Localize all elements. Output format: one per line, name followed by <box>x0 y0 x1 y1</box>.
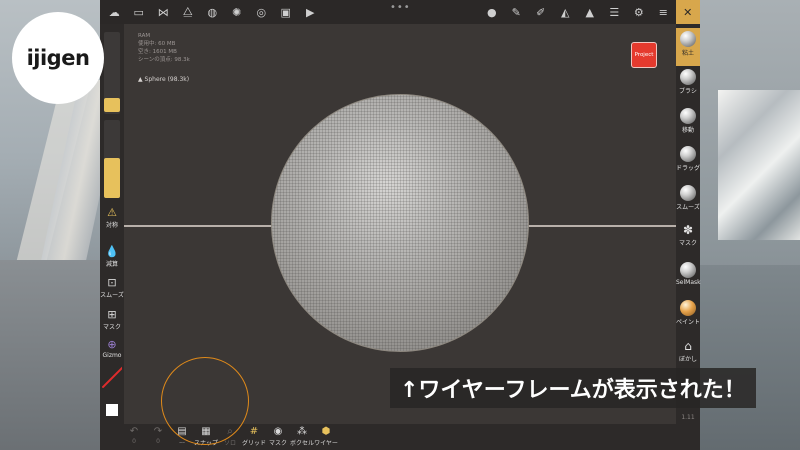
background-floor <box>0 260 100 450</box>
object-label[interactable]: ▲ Sphere (98.3k) <box>138 76 189 83</box>
mask-tool-icon: ✽ <box>682 223 694 237</box>
tool-extra[interactable]: 1.11 <box>676 408 700 428</box>
mask-icon: ⊞ <box>107 308 117 321</box>
grid-icon: # <box>249 426 259 437</box>
blur-icon: ⌂ <box>684 339 692 353</box>
intensity-slider[interactable] <box>104 120 120 198</box>
tools-icon[interactable]: ✕ <box>675 0 700 24</box>
bucket-icon[interactable]: ◭ <box>553 0 578 24</box>
warning-icon: ⚠ <box>107 206 117 219</box>
subtitle-caption: ↑ワイヤーフレームが表示された！ <box>390 368 756 408</box>
color-swatch-white[interactable] <box>106 404 118 416</box>
smooth-tool-icon <box>680 185 696 201</box>
clay-icon <box>680 31 696 47</box>
topology-icon[interactable]: ⧋ <box>176 0 201 24</box>
undo-icon: ↶ <box>129 426 139 437</box>
triangle-icon[interactable]: ▲ <box>578 0 603 24</box>
layers-icon[interactable]: ☰ <box>602 0 627 24</box>
gear-icon[interactable]: ⚙ <box>627 0 652 24</box>
tool-smooth[interactable]: スムーズ <box>676 182 700 220</box>
redo-button[interactable]: ↷ 0 <box>146 426 170 445</box>
highlight-ring <box>161 357 249 445</box>
project-button[interactable]: Project <box>631 42 657 68</box>
symmetry-button[interactable]: ⚠ 対称 <box>100 206 124 229</box>
more-dots[interactable]: ••• <box>390 2 411 13</box>
drop-icon: 💧 <box>105 245 119 258</box>
tool-mask[interactable]: ✽ マスク <box>676 220 700 258</box>
matcap-icon[interactable]: ● <box>480 0 505 24</box>
left-toolbar: ⚠ 対称 💧 減算 ⊡ スムーズ ⊞ マスク ⊕ Gizmo <box>100 24 124 450</box>
move-icon <box>680 108 696 124</box>
video-icon[interactable]: ▶ <box>298 0 323 24</box>
wireframe-icon: ⬢ <box>321 426 331 437</box>
subtract-button[interactable]: 💧 減算 <box>100 245 124 268</box>
stroke-line <box>102 366 122 388</box>
stats-line: 使用中: 60 MB <box>138 41 176 47</box>
sun-icon[interactable]: ✺ <box>225 0 250 24</box>
image-icon[interactable]: ▣ <box>274 0 299 24</box>
tool-brush[interactable]: ブラシ <box>676 66 700 104</box>
tool-move[interactable]: 移動 <box>676 105 700 143</box>
gizmo-button[interactable]: ⊕ Gizmo <box>100 338 124 359</box>
intensity-slider-fill <box>104 158 120 198</box>
tool-paint[interactable]: ペイント <box>676 297 700 335</box>
selmask-icon <box>680 262 696 278</box>
brush-icon <box>680 69 696 85</box>
sliders-icon[interactable]: ≡ <box>651 0 676 24</box>
stats-line: シーンの頂点: 98.3k <box>138 57 190 63</box>
mask-button[interactable]: ⊞ マスク <box>100 308 124 331</box>
pipette-icon[interactable]: ✐ <box>529 0 554 24</box>
sphere-mesh[interactable] <box>271 94 529 352</box>
drag-icon <box>680 146 696 162</box>
mask-visibility-button[interactable]: ◉ マスク <box>266 426 290 447</box>
color-swatch-stroke[interactable] <box>102 366 122 388</box>
pen-icon[interactable]: ✎ <box>504 0 529 24</box>
wireframe-button[interactable]: ⬢ ワイヤー <box>314 426 338 447</box>
top-toolbar: ☁ ▭ ⋈ ⧋ ◍ ✺ ◎ ▣ ▶ ••• ● ✎ ✐ ◭ ▲ ☰ ⚙ ≡ ✕ <box>100 0 700 24</box>
radius-slider-fill <box>104 98 120 112</box>
stats-line: 空き: 1601 MB <box>138 49 177 55</box>
menu-icon[interactable]: ☁ <box>102 0 127 24</box>
undo-button[interactable]: ↶ 0 <box>122 426 146 445</box>
top-toolbar-right: ● ✎ ✐ ◭ ▲ ☰ ⚙ ≡ ✕ <box>480 0 700 24</box>
scene-graph-icon[interactable]: ⋈ <box>151 0 176 24</box>
radius-slider[interactable] <box>104 32 120 114</box>
material-icon[interactable]: ◎ <box>249 0 274 24</box>
voxel-icon: ⁂ <box>297 426 307 437</box>
smooth-icon: ⊡ <box>107 276 117 289</box>
globe-icon[interactable]: ◍ <box>200 0 225 24</box>
folder-icon[interactable]: ▭ <box>127 0 152 24</box>
top-toolbar-left: ☁ ▭ ⋈ ⧋ ◍ ✺ ◎ ▣ ▶ <box>102 0 323 24</box>
gizmo-icon: ⊕ <box>107 338 117 351</box>
voxel-button[interactable]: ⁂ ボクセル <box>290 426 314 447</box>
tool-drag[interactable]: ドラッグ <box>676 143 700 181</box>
grid-button[interactable]: # グリッド <box>242 426 266 447</box>
stats-line: RAM <box>138 33 151 39</box>
tool-clay[interactable]: 粘土 <box>676 28 700 66</box>
smooth-button[interactable]: ⊡ スムーズ <box>100 276 124 299</box>
stats-panel: RAM 使用中: 60 MB 空き: 1601 MB シーンの頂点: 98.3k <box>138 32 190 64</box>
tool-selmask[interactable]: SelMask <box>676 259 701 297</box>
channel-logo: ijigen <box>12 12 104 104</box>
background-opening <box>718 90 800 240</box>
eye-icon: ◉ <box>273 426 283 437</box>
background-floor-right <box>700 265 800 450</box>
paint-icon <box>680 300 696 316</box>
redo-icon: ↷ <box>153 426 163 437</box>
